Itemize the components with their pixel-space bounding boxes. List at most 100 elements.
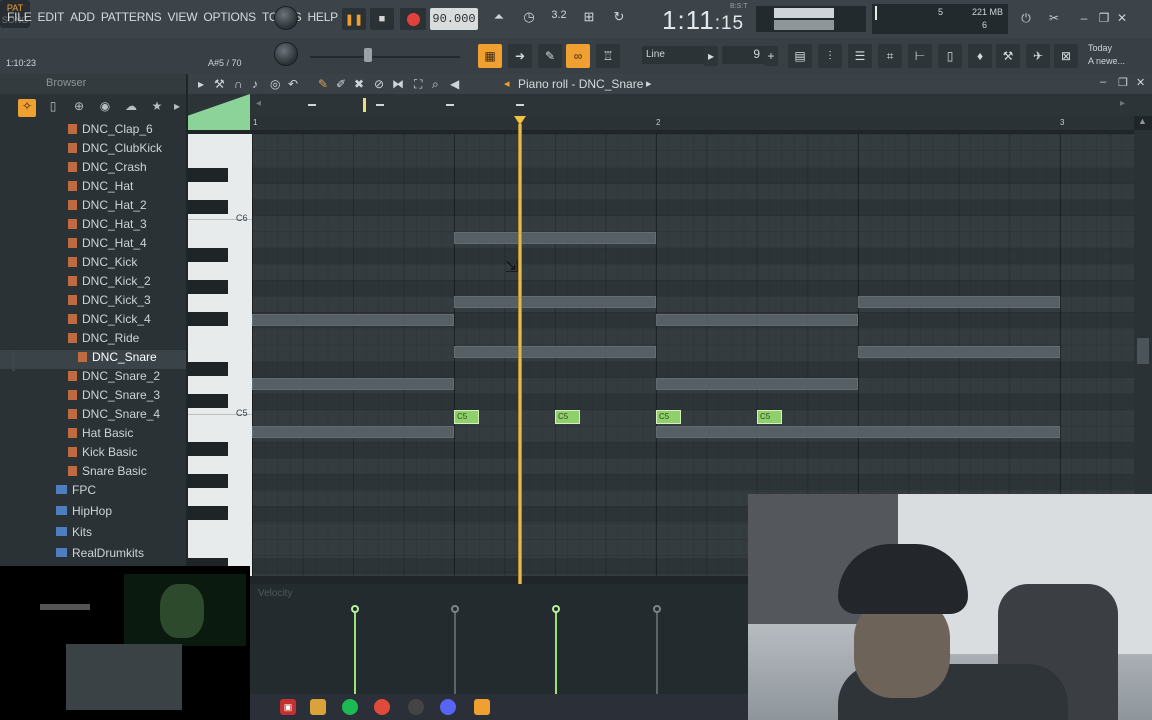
note-c5[interactable]: C5 [555,410,580,424]
pr-zoom-icon[interactable]: ⌕ [432,77,439,92]
record-button[interactable] [400,8,426,30]
velocity-bar[interactable] [653,605,661,694]
mixer-icon[interactable]: ⫶ [818,44,842,68]
master-volume-knob[interactable] [274,6,298,30]
minimize-icon[interactable]: – [1076,10,1092,26]
velocity-handle[interactable] [653,605,661,613]
velocity-bar[interactable] [552,605,560,694]
overview-scroll-right-icon[interactable]: ▸ [1120,98,1125,109]
restore-icon[interactable]: ❐ [1096,10,1112,26]
scroll-up-icon[interactable]: ▲ [1138,116,1147,126]
piano-keyboard[interactable]: C6 C5 [188,134,252,576]
browser-file[interactable]: DNC_Clap_6 [0,122,186,141]
browser-file[interactable]: DNC_Hat_4 [0,236,186,255]
pr-wrench-icon[interactable]: ⚒ [214,77,225,91]
news-panel[interactable]: Today A newe... [1088,42,1125,68]
pr-delete-icon[interactable]: ✖ [354,77,364,91]
browser-file[interactable]: DNC_Snare_2 [0,369,186,388]
play-pause-button[interactable]: ❚❚ [342,8,366,30]
master-pitch-knob[interactable] [274,42,298,66]
pr-target-icon[interactable]: ◎ [270,77,280,91]
wait-for-input-icon[interactable]: ◷ [518,9,540,29]
black-key[interactable] [188,394,228,408]
next-arrow-icon[interactable]: ➜ [508,44,532,68]
black-key[interactable] [188,280,228,294]
pr-select-icon[interactable]: ⛶ [414,77,422,92]
browser-file[interactable]: DNC_Kick_3 [0,293,186,312]
pr-undo-icon[interactable]: ↶ [288,77,298,91]
browser-file[interactable]: Snare Basic [0,464,186,483]
browser-audio-icon[interactable]: ◉ [96,99,114,117]
menu-add[interactable]: ADD [67,10,98,24]
browser-file[interactable]: DNC_Ride [0,331,186,350]
browser-file[interactable]: DNC_Hat_2 [0,198,186,217]
velocity-handle[interactable] [451,605,459,613]
stop-button[interactable]: ■ [370,8,394,30]
paper-plane-icon[interactable]: ✈ [1026,44,1050,68]
browser-file[interactable]: DNC_Crash [0,160,186,179]
menu-help[interactable]: HELP [304,10,341,24]
pr-close-icon[interactable]: ✕ [1136,76,1145,89]
master-pitch-slider[interactable] [310,56,460,58]
browser-next-icon[interactable]: ▸ [168,99,186,117]
recording-app-icon[interactable]: ▣ [280,699,296,715]
pattern-prev-icon[interactable]: ▸ [704,46,718,66]
wrench-icon[interactable]: ⚒ [996,44,1020,68]
browser-cloud-icon[interactable]: ☁ [122,99,140,117]
draw-icon[interactable]: ✎ [538,44,562,68]
note-c5[interactable]: C5 [454,410,479,424]
project-file-icon[interactable]: ▯ [938,44,962,68]
browser-all-icon[interactable]: ✧ [18,99,36,117]
shop-icon[interactable]: ⊠ [1054,44,1078,68]
browser-file[interactable]: DNC_Kick_2 [0,274,186,293]
pr-note-icon[interactable]: ♪ [252,77,258,91]
file-explorer-icon[interactable] [310,699,326,715]
pr-play-arrow-icon[interactable]: ▸ [198,77,204,91]
add-pattern-icon[interactable]: + [764,46,778,66]
pr-magnet-icon[interactable]: ∩ [234,77,243,91]
browser-file[interactable]: DNC_Kick_4 [0,312,186,331]
browser-file[interactable]: DNC_Kick [0,255,186,274]
browser-file[interactable]: DNC_Snare [0,350,186,369]
browser-file[interactable]: DNC_Snare_4 [0,407,186,426]
menu-options[interactable]: OPTIONS [200,10,259,24]
menu-view[interactable]: VIEW [164,10,200,24]
velocity-bar[interactable] [351,605,359,694]
step-edit-icon[interactable]: ⊞ [578,9,600,29]
fl-studio-icon[interactable] [474,699,490,715]
pr-mute-icon[interactable]: ⊘ [374,77,384,91]
pr-restore-icon[interactable]: ❐ [1118,76,1128,89]
black-key[interactable] [188,200,228,214]
countdown-icon[interactable]: 3.2 [548,9,570,29]
note-c5[interactable]: C5 [757,410,782,424]
piano-roll-button[interactable]: ▦ [478,44,502,68]
link-icon[interactable]: ∞ [566,44,590,68]
overview-position-marker[interactable] [363,98,366,112]
loop-record-icon[interactable]: ↻ [608,9,630,29]
black-key[interactable] [188,442,228,456]
discord-icon[interactable] [440,699,456,715]
browser-file[interactable]: DNC_Snare_3 [0,388,186,407]
pr-speaker-icon[interactable]: ◀ [450,77,459,91]
pattern-number-field[interactable]: 9 [722,46,766,64]
piano-roll-view-icon[interactable]: ⌗ [878,44,902,68]
power-icon[interactable]: ⏻ [1018,10,1034,26]
pr-title-more-icon[interactable]: ▸ [646,77,652,90]
menu-patterns[interactable]: PATTERNS [98,10,165,24]
browser-folder[interactable]: Kits [0,525,186,544]
velocity-handle[interactable] [552,605,560,613]
velocity-handle[interactable] [351,605,359,613]
velocity-bar[interactable] [451,605,459,694]
plugin-icon[interactable]: ♦ [968,44,992,68]
menu-edit[interactable]: EDIT [35,10,68,24]
pr-minimize-icon[interactable]: – [1100,76,1106,88]
stamp-icon[interactable]: ♖ [596,44,620,68]
tools-icon[interactable]: ✂ [1046,10,1062,26]
browser-plugin-icon[interactable]: ⊕ [70,99,88,117]
obs-icon[interactable] [408,699,424,715]
browser-file-icon[interactable]: ▯ [44,99,62,117]
browser-scroll-handle[interactable] [12,351,15,371]
close-icon[interactable]: ✕ [1114,10,1130,26]
piano-roll-scroll-thumb[interactable] [1137,338,1149,364]
spotify-icon[interactable] [342,699,358,715]
